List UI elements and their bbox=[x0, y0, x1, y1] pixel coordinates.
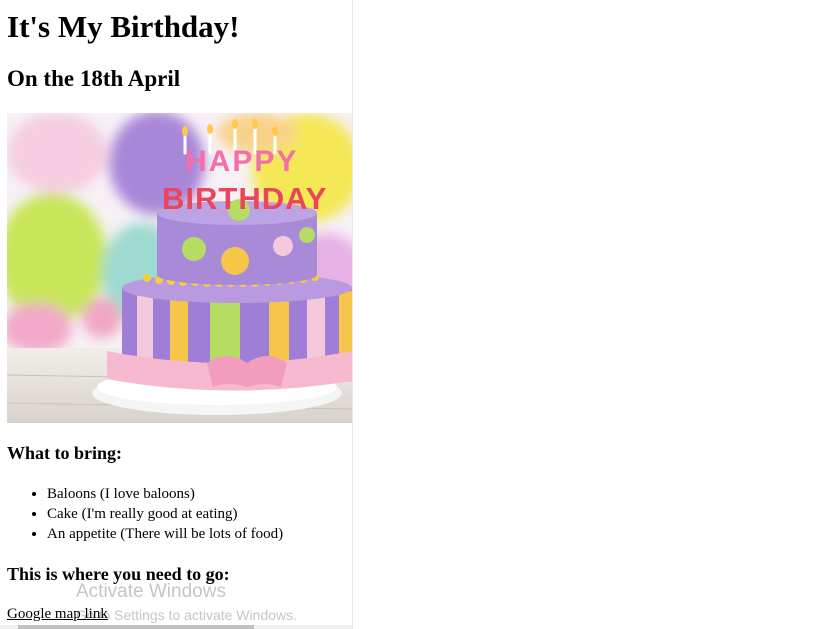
list-item: Baloons (I love baloons) bbox=[47, 484, 283, 504]
list-item: Cake (I'm really good at eating) bbox=[47, 504, 283, 524]
page-title: It's My Birthday! bbox=[7, 9, 240, 44]
cake-text-birthday: BIRTHDAY bbox=[162, 181, 327, 216]
horizontal-scrollbar[interactable] bbox=[0, 625, 352, 629]
activate-windows-title: Activate Windows bbox=[76, 581, 226, 602]
bring-list: Baloons (I love baloons) Cake (I'm reall… bbox=[7, 484, 283, 544]
birthday-cake-image: HAPPY BIRTHDAY bbox=[7, 113, 352, 423]
list-item: An appetite (There will be lots of food) bbox=[47, 524, 283, 544]
what-to-bring-heading: What to bring: bbox=[7, 443, 123, 463]
cake-text-happy: HAPPY bbox=[185, 145, 298, 178]
page-viewport: It's My Birthday! On the 18th April HAPP… bbox=[0, 0, 353, 629]
google-map-link[interactable]: Google map link bbox=[7, 604, 108, 624]
scrollbar-thumb[interactable] bbox=[18, 625, 254, 629]
activate-windows-subtitle: Go to Settings to activate Windows. bbox=[76, 607, 297, 623]
date-subtitle: On the 18th April bbox=[7, 66, 181, 91]
